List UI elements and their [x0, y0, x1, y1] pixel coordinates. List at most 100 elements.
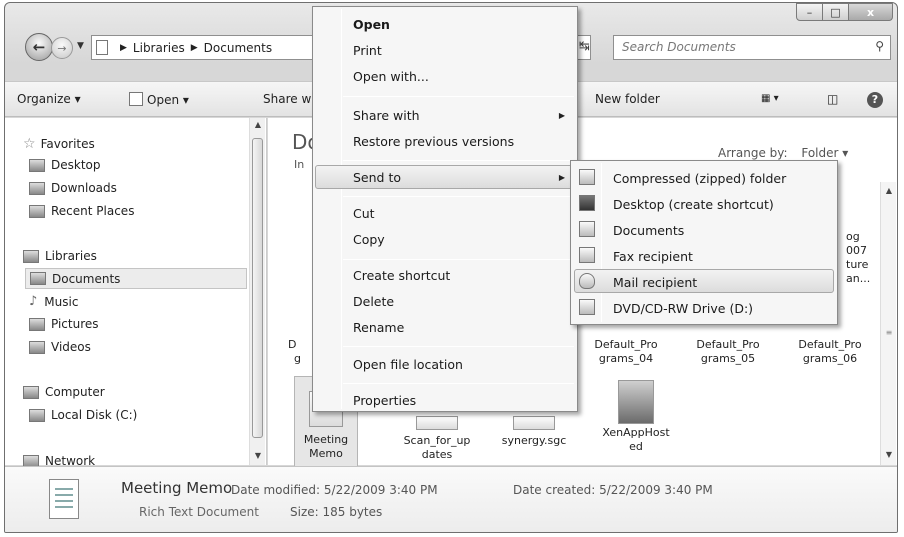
file-label: grams_06 [802, 352, 858, 365]
scroll-down-icon[interactable]: ▼ [250, 451, 266, 460]
send-to-desktop[interactable]: Desktop (create shortcut) [613, 197, 774, 212]
new-folder-button[interactable]: New folder [595, 92, 660, 106]
send-to-compressed-folder[interactable]: Compressed (zipped) folder [613, 171, 786, 186]
send-to-dvd-drive[interactable]: DVD/CD-RW Drive (D:) [613, 301, 753, 316]
maximize-button[interactable]: □ [823, 3, 849, 21]
back-arrow-icon: ← [32, 38, 46, 56]
share-with-button[interactable]: Share w [263, 92, 311, 106]
arrange-dropdown[interactable]: Folder ▾ [801, 146, 848, 160]
search-placeholder: Search Documents [622, 40, 736, 54]
minimize-button[interactable]: – [796, 3, 823, 21]
file-label: og [846, 230, 860, 243]
menu-item-print[interactable]: Print [353, 43, 382, 58]
menu-item-open[interactable]: Open [353, 17, 390, 32]
back-button[interactable]: ← [25, 33, 53, 61]
scroll-thumb[interactable] [252, 138, 263, 438]
details-date-created: Date created: 5/22/2009 3:40 PM [513, 483, 713, 497]
recent-pages-dropdown[interactable]: ▼ [77, 41, 84, 51]
arrange-by: Arrange by: Folder ▾ [718, 146, 848, 160]
menu-item-rename[interactable]: Rename [353, 320, 404, 335]
music-icon: ♪ [29, 294, 38, 309]
content-scrollbar[interactable]: ▲ ≡ ▼ [880, 182, 896, 465]
nav-scrollbar[interactable]: ▲ ▼ [249, 118, 265, 465]
hard-drive-icon [29, 408, 45, 422]
nav-label: Recent Places [51, 204, 135, 218]
send-to-documents[interactable]: Documents [613, 223, 684, 238]
menu-item-create-shortcut[interactable]: Create shortcut [353, 268, 450, 283]
documents-icon [30, 272, 46, 285]
file-item[interactable]: Default_Pro grams_06 [790, 338, 870, 366]
file-label: synergy.sgc [501, 434, 567, 447]
file-item-partial[interactable]: og 007 ture an... [846, 230, 876, 286]
file-item[interactable]: synergy.sgc [494, 416, 574, 448]
nav-downloads[interactable]: Downloads [29, 181, 117, 195]
context-menu: Open Print Open with... Share with ▶ Res… [312, 6, 578, 412]
nav-music[interactable]: ♪ Music [29, 294, 78, 309]
nav-label: Videos [51, 340, 91, 354]
nav-recent-places[interactable]: Recent Places [29, 204, 134, 218]
scroll-up-icon[interactable]: ▲ [881, 186, 897, 195]
menu-item-copy[interactable]: Copy [353, 232, 385, 247]
breadcrumb-documents[interactable]: Documents [204, 41, 272, 55]
menu-item-open-file-location[interactable]: Open file location [353, 357, 463, 372]
menu-item-properties[interactable]: Properties [353, 393, 416, 408]
change-view-icon[interactable]: ▦ ▾ [761, 93, 779, 104]
scroll-down-icon[interactable]: ▼ [881, 450, 897, 459]
arrange-label: Arrange by: [718, 146, 788, 160]
open-button[interactable]: Open ▾ [129, 92, 189, 107]
menu-item-send-to[interactable]: Send to [353, 170, 401, 185]
file-label: XenAppHost [602, 426, 670, 439]
breadcrumb-libraries[interactable]: Libraries [133, 41, 185, 55]
library-subtitle: In [294, 158, 305, 171]
dvd-drive-icon [579, 299, 595, 315]
menu-item-delete[interactable]: Delete [353, 294, 394, 309]
details-file-name: Meeting Memo [121, 479, 233, 497]
close-button[interactable]: x [849, 3, 893, 21]
menu-item-share-with[interactable]: Share with [353, 108, 420, 123]
nav-favorites[interactable]: ☆ Favorites [23, 136, 95, 152]
details-pane: Meeting Memo Rich Text Document Date mod… [5, 466, 897, 532]
submenu-arrow-icon: ▶ [558, 111, 565, 120]
nav-documents[interactable]: Documents [25, 268, 247, 289]
file-item[interactable]: Scan_for_up dates [396, 416, 478, 462]
mail-icon [579, 273, 595, 289]
menu-separator [343, 346, 574, 347]
desktop-icon [29, 158, 45, 172]
nav-label: Pictures [51, 317, 99, 331]
preview-pane-icon[interactable]: ◫ [827, 92, 838, 106]
nav-label: Documents [52, 271, 121, 286]
scroll-up-icon[interactable]: ▲ [250, 120, 266, 129]
help-icon[interactable]: ? [867, 92, 883, 108]
send-to-fax-recipient[interactable]: Fax recipient [613, 249, 693, 264]
menu-separator [343, 383, 574, 384]
send-to-mail-recipient[interactable]: Mail recipient [613, 275, 697, 290]
organize-button[interactable]: Organize ▾ [17, 92, 81, 106]
nav-local-disk[interactable]: Local Disk (C:) [29, 408, 137, 422]
file-label: grams_04 [598, 352, 654, 365]
file-item[interactable]: Default_Pro grams_04 [586, 338, 666, 366]
nav-pictures[interactable]: Pictures [29, 317, 99, 331]
forward-button[interactable]: → [51, 37, 73, 59]
scroll-grip-icon[interactable]: ≡ [881, 328, 897, 337]
file-label: Default_Pro [696, 338, 760, 351]
menu-item-open-with[interactable]: Open with... [353, 69, 429, 84]
menu-item-cut[interactable]: Cut [353, 206, 375, 221]
nav-computer[interactable]: Computer [23, 385, 105, 399]
nav-libraries[interactable]: Libraries [23, 249, 97, 263]
nav-desktop[interactable]: Desktop [29, 158, 101, 172]
details-date-modified: Date modified: 5/22/2009 3:40 PM [231, 483, 438, 497]
search-input[interactable]: Search Documents ⚲ [613, 35, 891, 60]
caption-buttons: – □ x [796, 3, 893, 21]
nav-videos[interactable]: Videos [29, 340, 91, 354]
refresh-icon[interactable]: ↹ [579, 39, 590, 54]
menu-item-restore-previous-versions[interactable]: Restore previous versions [353, 134, 514, 149]
file-item[interactable]: XenAppHost ed [598, 380, 674, 454]
file-label: Default_Pro [798, 338, 862, 351]
open-app-icon [129, 92, 143, 106]
pictures-icon [29, 317, 45, 331]
file-item-partial[interactable]: D g [288, 338, 304, 366]
file-item[interactable]: Default_Pro grams_05 [688, 338, 768, 366]
search-icon[interactable]: ⚲ [875, 39, 884, 53]
forward-arrow-icon: → [57, 41, 67, 55]
submenu-arrow-icon: ▶ [558, 173, 565, 182]
